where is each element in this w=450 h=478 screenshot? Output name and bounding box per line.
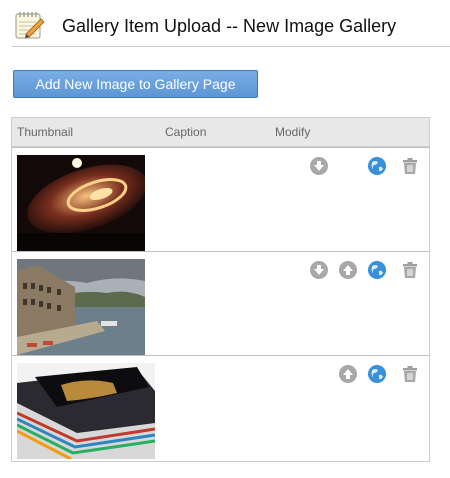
- move-up-icon[interactable]: [338, 260, 358, 280]
- delete-trash-icon[interactable]: [400, 156, 420, 176]
- notepad-pencil-icon: [14, 10, 46, 40]
- column-header-thumbnail: Thumbnail: [17, 125, 74, 139]
- table-row: [12, 251, 429, 355]
- column-header-modify: Modify: [275, 125, 311, 139]
- thumbnail-image[interactable]: [17, 259, 145, 355]
- move-down-icon[interactable]: [309, 260, 329, 280]
- view-globe-icon[interactable]: [367, 260, 387, 280]
- move-up-icon[interactable]: [338, 364, 358, 384]
- view-globe-icon[interactable]: [367, 364, 387, 384]
- page-header: Gallery Item Upload -- New Image Gallery: [12, 8, 450, 47]
- delete-trash-icon[interactable]: [400, 364, 420, 384]
- add-image-button[interactable]: Add New Image to Gallery Page: [13, 70, 258, 98]
- view-globe-icon[interactable]: [367, 156, 387, 176]
- delete-trash-icon[interactable]: [400, 260, 420, 280]
- move-down-icon[interactable]: [309, 156, 329, 176]
- table-header: Thumbnail Caption Modify: [12, 118, 429, 147]
- page-title: Gallery Item Upload -- New Image Gallery: [62, 16, 397, 36]
- thumbnail-image[interactable]: [17, 363, 155, 459]
- thumbnail-image[interactable]: [17, 155, 145, 251]
- gallery-table: Thumbnail Caption Modify: [11, 117, 430, 462]
- column-header-caption: Caption: [165, 125, 207, 139]
- table-row: [12, 355, 429, 461]
- table-row: [12, 147, 429, 251]
